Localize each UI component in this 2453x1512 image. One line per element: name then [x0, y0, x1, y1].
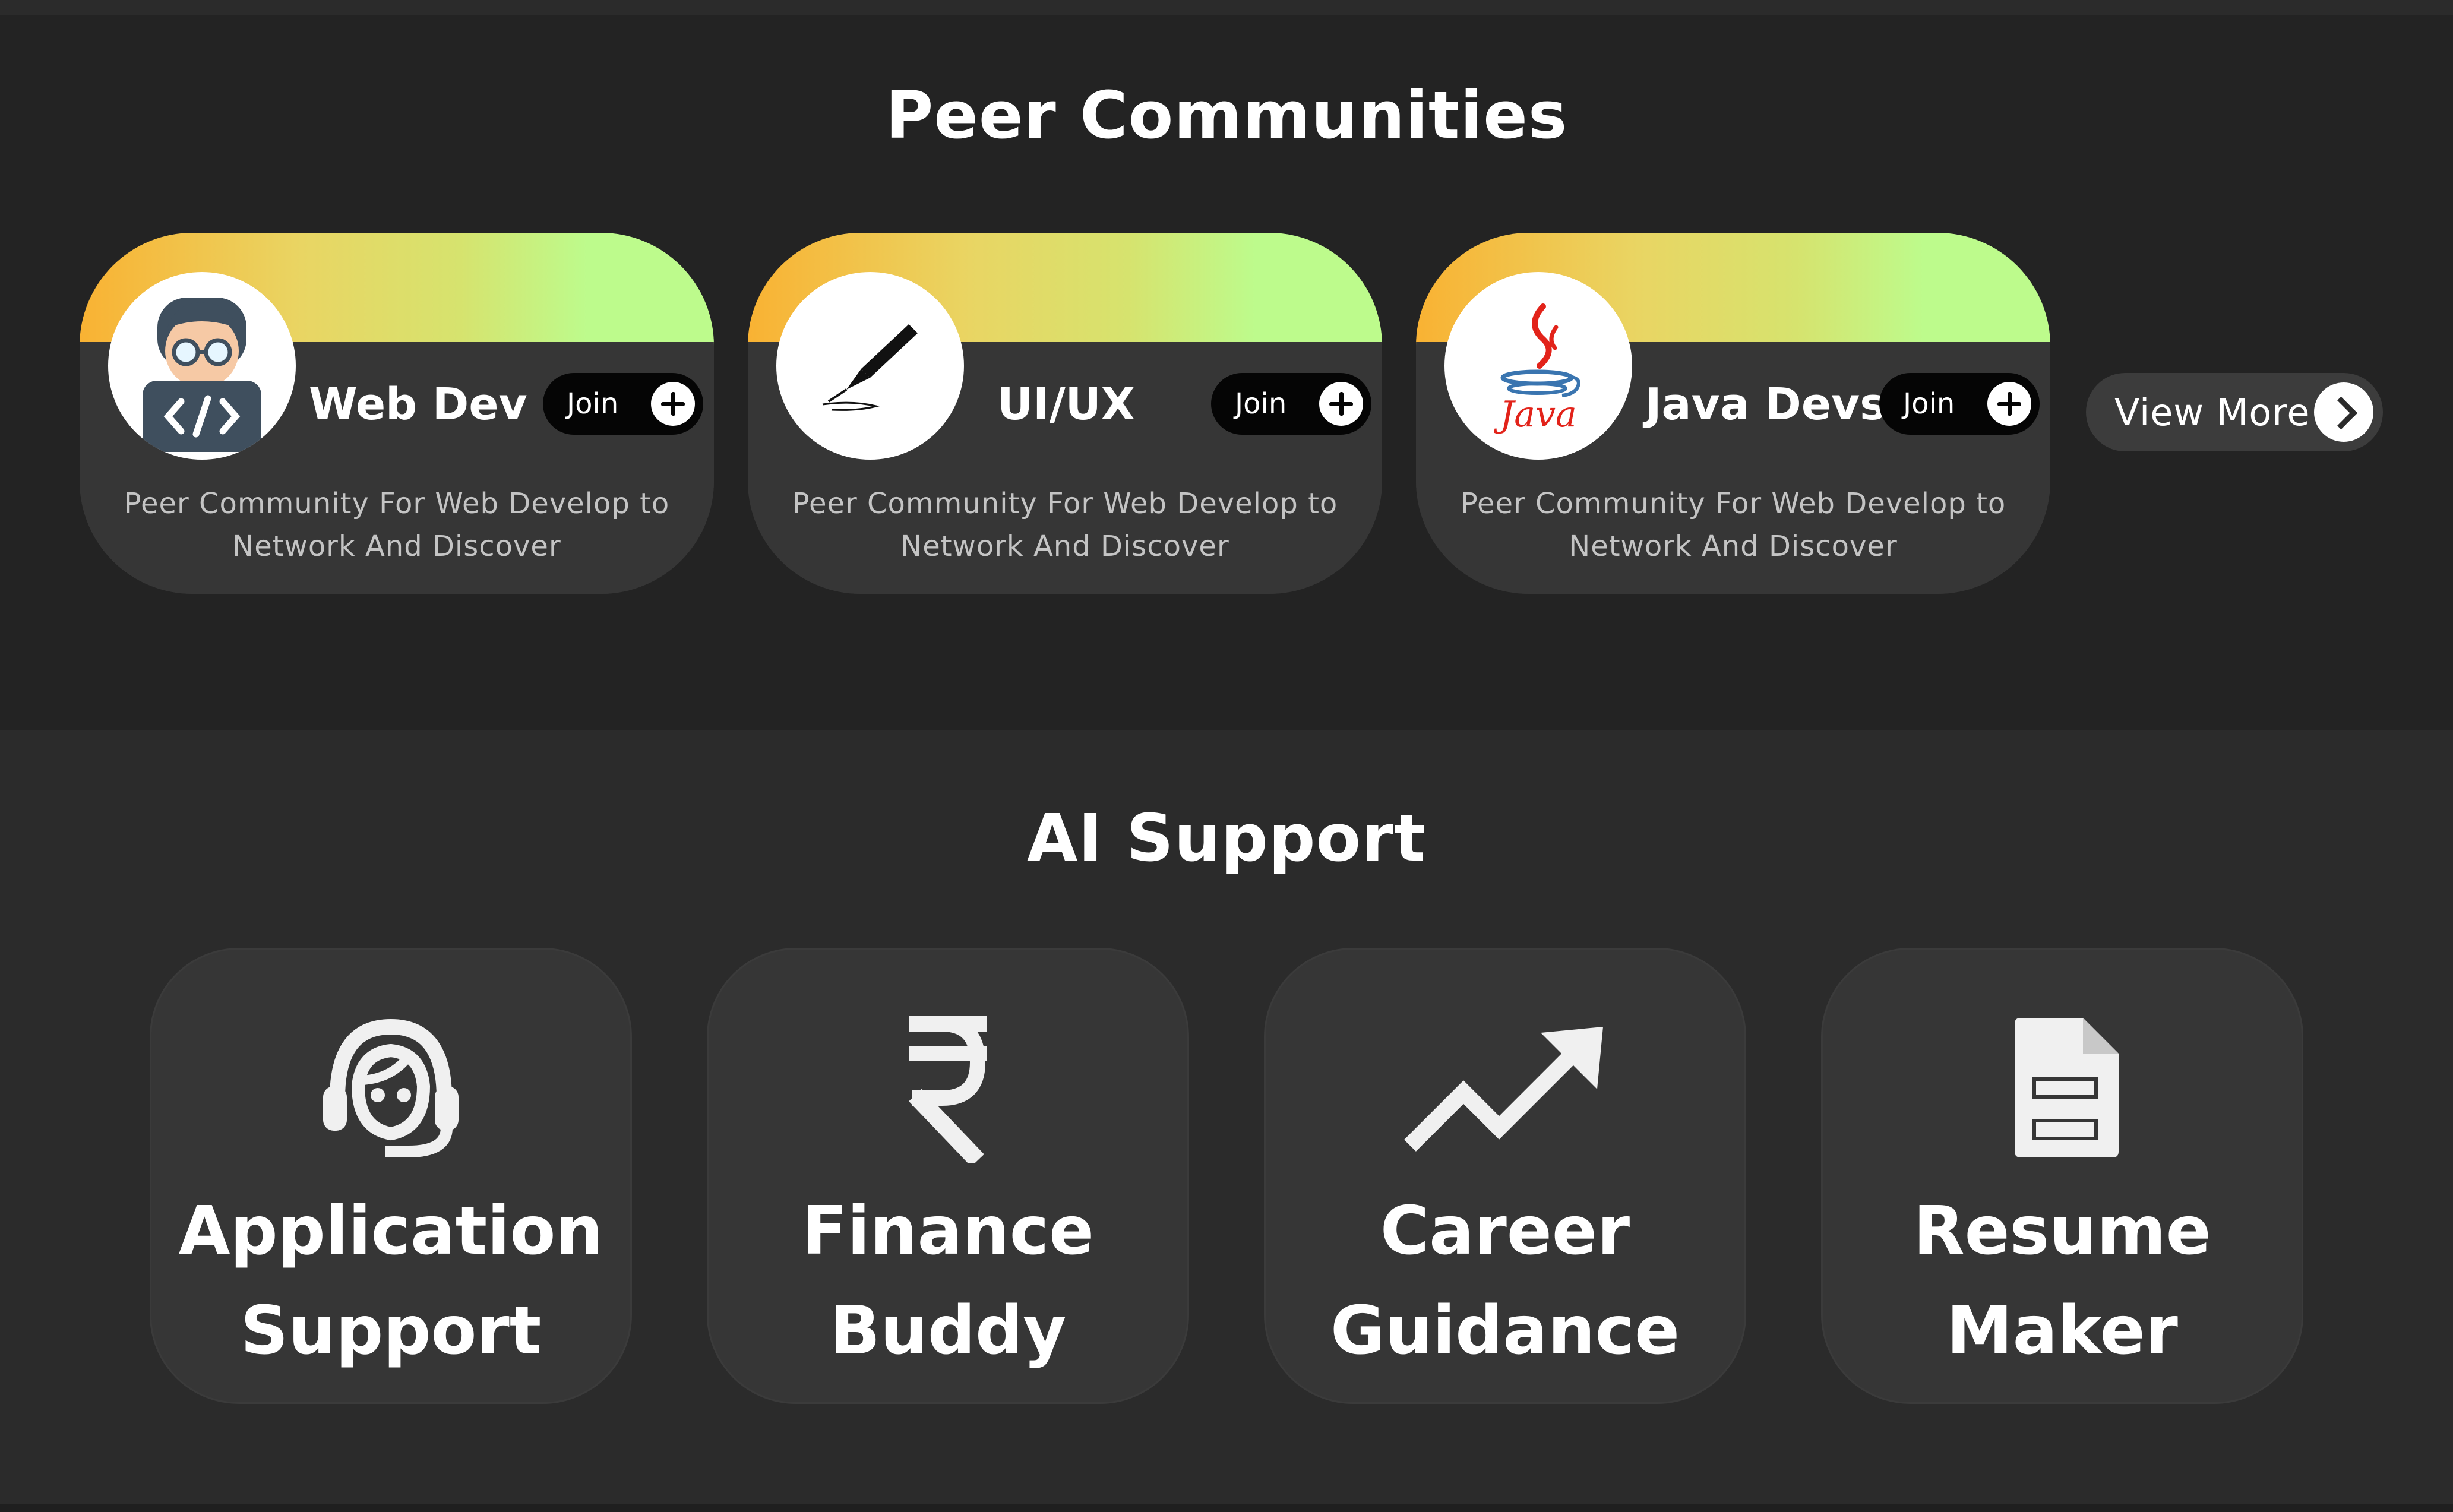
community-name: Web Dev	[309, 379, 527, 430]
community-name: Java Devs.	[1645, 379, 1903, 430]
web-developer-icon	[108, 272, 296, 460]
tile-label-line2: Support	[240, 1292, 542, 1369]
join-button[interactable]: Join	[543, 373, 703, 435]
join-button[interactable]: Join	[1211, 373, 1371, 435]
view-more-label: View More	[2114, 390, 2310, 434]
plus-icon	[1319, 382, 1363, 426]
join-label: Join	[567, 387, 619, 420]
community-description: Peer Community For Web Develop to Networ…	[792, 487, 1338, 563]
tile-label-line2: Buddy	[829, 1292, 1067, 1369]
view-more-button[interactable]: View More	[2086, 373, 2383, 451]
community-card-java-devs[interactable]: Java Java Devs. Join Peer Community For …	[1416, 233, 2050, 594]
community-card-web-dev[interactable]: Web Dev Join Peer Community For Web Deve…	[80, 233, 714, 594]
tile-label: Finance Buddy	[709, 1181, 1187, 1381]
tile-label-line1: Application	[178, 1192, 603, 1270]
tile-label-line1: Resume	[1913, 1192, 2211, 1270]
ai-tile-finance-buddy[interactable]: Finance Buddy	[707, 948, 1189, 1404]
community-description: Peer Community For Web Develop to Networ…	[1460, 487, 2006, 563]
document-icon	[2015, 1018, 2119, 1157]
tile-label-line1: Career	[1380, 1192, 1630, 1270]
top-bar	[0, 0, 2453, 15]
tile-label: Career Guidance	[1266, 1181, 1744, 1381]
pen-nib-icon	[776, 272, 964, 460]
tile-label-line2: Guidance	[1330, 1292, 1680, 1369]
plus-icon	[1987, 382, 2031, 426]
java-logo-icon: Java	[1444, 272, 1632, 460]
join-label: Join	[1235, 387, 1287, 420]
ai-tile-resume-maker[interactable]: Resume Maker	[1821, 948, 2303, 1404]
rupee-icon	[909, 1016, 987, 1163]
community-card-ui-ux[interactable]: UI/UX Join Peer Community For Web Develo…	[748, 233, 1382, 594]
community-name: UI/UX	[997, 379, 1135, 430]
plus-icon	[651, 382, 695, 426]
tile-label-line2: Maker	[1946, 1292, 2178, 1369]
svg-text:Java: Java	[1493, 394, 1577, 435]
join-label: Join	[1903, 387, 1955, 420]
trending-up-icon	[1404, 1027, 1603, 1152]
tile-label-line1: Finance	[801, 1192, 1095, 1270]
support-agent-icon	[323, 1018, 459, 1157]
tile-label: Resume Maker	[1823, 1181, 2302, 1381]
chevron-right-icon	[2314, 382, 2373, 442]
ai-support-title: AI Support	[1027, 800, 1426, 876]
community-description: Peer Community For Web Develop to Networ…	[124, 487, 670, 563]
peer-communities-section: Peer Communities Web Dev Join Peer Commu…	[0, 15, 2453, 730]
ai-tile-application-support[interactable]: Application Support	[150, 948, 632, 1404]
bottom-bar	[0, 1504, 2453, 1512]
tile-label: Application Support	[151, 1181, 630, 1381]
peer-communities-title: Peer Communities	[885, 77, 1568, 153]
join-button[interactable]: Join	[1879, 373, 2040, 435]
ai-tile-career-guidance[interactable]: Career Guidance	[1264, 948, 1746, 1404]
